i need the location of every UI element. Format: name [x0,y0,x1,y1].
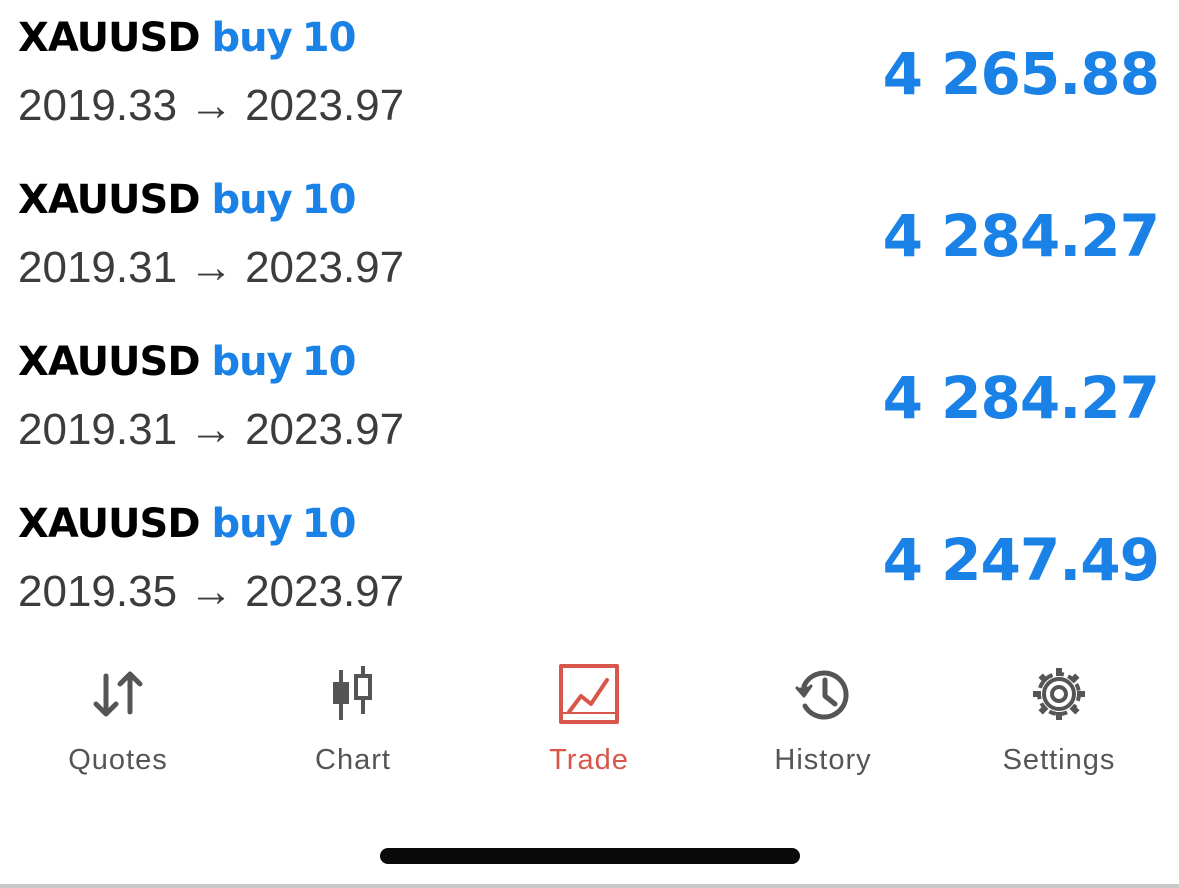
position-profit: 4 284.27 [882,364,1160,432]
position-volume: 10 [301,15,357,61]
position-side: buy [211,177,293,223]
tab-quotes[interactable]: Quotes [18,650,218,790]
tab-history[interactable]: History [723,650,923,790]
position-title: XAUUSD buy 10 [18,172,357,228]
position-side: buy [211,501,293,547]
position-side: buy [211,339,293,385]
current-price: 2023.97 [245,405,405,454]
positions-list: XAUUSD buy 10 2019.33 → 2023.97 4 265.88 XAU… [0,0,1179,648]
quotes-arrows-icon [88,664,148,724]
open-price: 2019.35 [18,567,178,616]
gear-icon [1029,664,1089,724]
tab-chart-label: Chart [315,744,391,776]
position-prices: 2019.35 → 2023.97 [18,566,404,618]
open-price: 2019.33 [18,81,178,130]
price-arrow: → [189,81,234,130]
position-row[interactable]: XAUUSD buy 10 2019.35 → 2023.97 4 247.49 [0,486,1179,648]
position-prices: 2019.31 → 2023.97 [18,242,404,294]
position-volume: 10 [301,177,357,223]
current-price: 2023.97 [245,243,405,292]
position-symbol: XAUUSD [18,15,201,61]
tab-history-label: History [774,744,872,776]
current-price: 2023.97 [245,81,405,130]
position-volume: 10 [301,339,357,385]
position-profit: 4 265.88 [882,40,1160,108]
position-title: XAUUSD buy 10 [18,496,357,552]
position-side: buy [211,15,293,61]
position-symbol: XAUUSD [18,177,201,223]
position-prices: 2019.33 → 2023.97 [18,80,404,132]
position-row[interactable]: XAUUSD buy 10 2019.31 → 2023.97 4 284.27 [0,162,1179,324]
tab-settings[interactable]: Settings [959,650,1159,790]
price-arrow: → [189,243,234,292]
home-indicator[interactable] [380,848,800,864]
current-price: 2023.97 [245,567,405,616]
tab-settings-label: Settings [1002,744,1116,776]
position-profit: 4 247.49 [882,526,1160,594]
tab-trade-label: Trade [549,744,629,776]
tab-chart[interactable]: Chart [253,650,453,790]
trade-screen: XAUUSD buy 10 2019.33 → 2023.97 4 265.88 XAU… [0,0,1179,888]
price-arrow: → [189,405,234,454]
position-symbol: XAUUSD [18,339,201,385]
history-clock-icon [793,664,853,724]
position-row[interactable]: XAUUSD buy 10 2019.33 → 2023.97 4 265.88 [0,0,1179,162]
position-title: XAUUSD buy 10 [18,334,357,390]
open-price: 2019.31 [18,405,178,454]
position-prices: 2019.31 → 2023.97 [18,404,404,456]
bottom-divider [0,884,1179,888]
tab-bar: Quotes Chart Trade History Settings [0,650,1179,790]
trade-chart-icon [559,664,619,724]
position-row[interactable]: XAUUSD buy 10 2019.31 → 2023.97 4 284.27 [0,324,1179,486]
position-volume: 10 [301,501,357,547]
tab-trade[interactable]: Trade [489,650,689,790]
position-title: XAUUSD buy 10 [18,10,357,66]
position-profit: 4 284.27 [882,202,1160,270]
tab-quotes-label: Quotes [68,744,168,776]
price-arrow: → [189,567,234,616]
open-price: 2019.31 [18,243,178,292]
candlestick-chart-icon [323,664,383,724]
position-symbol: XAUUSD [18,501,201,547]
